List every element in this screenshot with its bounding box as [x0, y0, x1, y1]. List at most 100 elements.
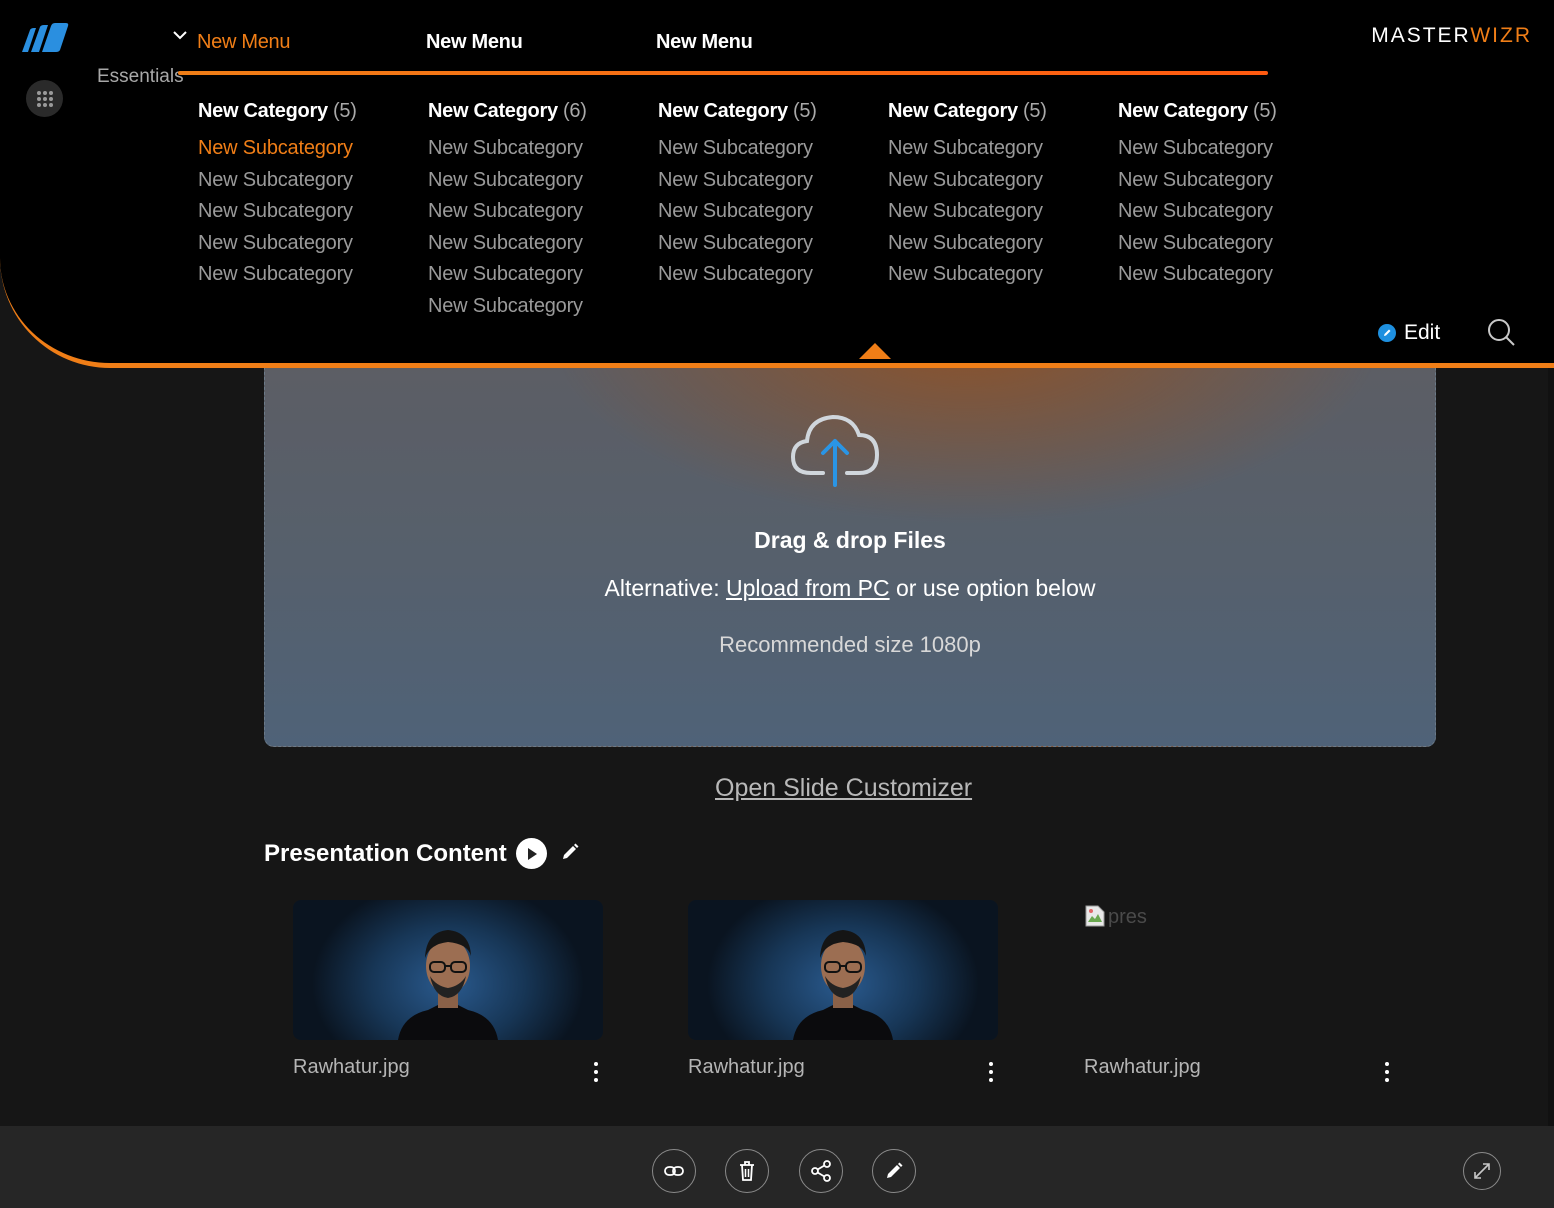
share-icon — [811, 1160, 831, 1182]
category-column-2: New Category (6) New Subcategory New Sub… — [428, 100, 648, 322]
broken-image-icon — [1085, 905, 1105, 927]
edit-icon — [1378, 324, 1396, 342]
category-count: (5) — [1023, 100, 1047, 122]
person-photo — [793, 930, 893, 1040]
pen-icon — [887, 1162, 903, 1178]
pencil-icon[interactable] — [560, 842, 580, 862]
open-slide-customizer-link[interactable]: Open Slide Customizer — [715, 774, 972, 803]
page: Essentials New Menu New Menu New Menu MA… — [0, 0, 1554, 1208]
chevron-down-icon[interactable] — [172, 28, 188, 42]
upload-cloud-icon — [790, 414, 880, 487]
category-count: (5) — [793, 100, 817, 122]
trash-icon — [740, 1161, 754, 1181]
subcategory-item[interactable]: New Subcategory — [428, 196, 648, 228]
category-title[interactable]: New Category (6) — [428, 100, 648, 123]
subcategory-item[interactable]: New Subcategory — [888, 196, 1108, 228]
subcategory-item[interactable]: New Subcategory — [428, 259, 648, 291]
subcategory-item[interactable]: New Subcategory — [198, 165, 418, 197]
category-count: (5) — [1253, 100, 1277, 122]
alternative-prefix: Alternative: — [604, 575, 726, 601]
essentials-label[interactable]: Essentials — [97, 66, 184, 88]
dropzone-alternative: Alternative: Upload from PC or use optio… — [265, 575, 1435, 602]
edit-pen-button[interactable] — [872, 1149, 916, 1193]
brand-wordmark: MASTERWIZR — [1371, 24, 1532, 48]
subcategory-item[interactable]: New Subcategory — [888, 165, 1108, 197]
presentation-item[interactable]: pres Rawhatur.jpg — [1084, 900, 1394, 1082]
subcategory-item[interactable]: New Subcategory — [198, 259, 418, 291]
subcategory-item[interactable]: New Subcategory — [888, 259, 1108, 291]
apps-grid-button[interactable] — [26, 80, 63, 117]
menu-tab-1[interactable]: New Menu — [197, 31, 291, 54]
item-thumbnail[interactable] — [293, 900, 603, 1040]
item-filename: Rawhatur.jpg — [293, 1056, 410, 1078]
presentation-item[interactable]: Rawhatur.jpg — [688, 900, 998, 1082]
category-count: (5) — [333, 100, 357, 122]
subcategory-item[interactable]: New Subcategory — [428, 228, 648, 260]
subcategory-item[interactable]: New Subcategory — [198, 228, 418, 260]
play-icon — [527, 847, 537, 860]
subcategory-item[interactable]: New Subcategory — [1118, 196, 1338, 228]
category-column-4: New Category (5) New Subcategory New Sub… — [888, 100, 1108, 291]
brand-master: MASTER — [1371, 24, 1471, 47]
logo-icon[interactable] — [20, 22, 70, 54]
kebab-icon[interactable] — [984, 1060, 998, 1084]
category-title[interactable]: New Category (5) — [198, 100, 418, 123]
subcategory-item[interactable]: New Subcategory — [658, 196, 878, 228]
apps-grid-icon — [36, 90, 53, 107]
kebab-icon[interactable] — [589, 1060, 603, 1084]
mega-menu: Essentials New Menu New Menu New Menu MA… — [0, 0, 1554, 368]
subcategory-item[interactable]: New Subcategory — [1118, 259, 1338, 291]
search-icon[interactable] — [1486, 317, 1516, 347]
subcategory-item[interactable]: New Subcategory — [658, 133, 878, 165]
category-title[interactable]: New Category (5) — [658, 100, 878, 123]
alternative-suffix: or use option below — [889, 575, 1096, 601]
category-column-5: New Category (5) New Subcategory New Sub… — [1118, 100, 1338, 291]
presentation-content-title: Presentation Content — [264, 840, 507, 867]
brand-wizr: WIZR — [1470, 24, 1532, 47]
subcategory-item[interactable]: New Subcategory — [1118, 133, 1338, 165]
menu-tab-3[interactable]: New Menu — [656, 31, 753, 54]
menu-active-underline — [178, 71, 1268, 75]
subcategory-item[interactable]: New Subcategory — [198, 196, 418, 228]
category-count: (6) — [563, 100, 587, 122]
expand-button[interactable] — [1463, 1152, 1501, 1190]
subcategory-item[interactable]: New Subcategory — [428, 165, 648, 197]
category-column-1: New Category (5) New Subcategory New Sub… — [198, 100, 418, 291]
subcategory-item[interactable]: New Subcategory — [658, 165, 878, 197]
item-filename: Rawhatur.jpg — [688, 1056, 805, 1078]
subcategory-item[interactable]: New Subcategory — [1118, 165, 1338, 197]
edit-button[interactable]: Edit — [1378, 321, 1440, 345]
item-thumbnail-broken[interactable]: pres — [1084, 900, 1394, 1040]
subcategory-item[interactable]: New Subcategory — [428, 291, 648, 323]
subcategory-item[interactable]: New Subcategory — [658, 228, 878, 260]
item-thumbnail[interactable] — [688, 900, 998, 1040]
image-alt-text: pres — [1108, 906, 1147, 928]
subcategory-item[interactable]: New Subcategory — [888, 228, 1108, 260]
link-icon — [664, 1166, 684, 1176]
subcategory-item[interactable]: New Subcategory — [888, 133, 1108, 165]
share-button[interactable] — [799, 1149, 843, 1193]
category-name: New Category — [658, 100, 788, 122]
link-button[interactable] — [652, 1149, 696, 1193]
subcategory-item[interactable]: New Subcategory — [428, 133, 648, 165]
kebab-icon[interactable] — [1380, 1060, 1394, 1084]
bottom-toolbar — [0, 1126, 1554, 1208]
category-title[interactable]: New Category (5) — [888, 100, 1108, 123]
menu-tab-2[interactable]: New Menu — [426, 31, 523, 54]
delete-button[interactable] — [725, 1149, 769, 1193]
menu-caret-indicator — [859, 343, 891, 359]
category-name: New Category — [888, 100, 1018, 122]
upload-from-pc-link[interactable]: Upload from PC — [726, 575, 890, 601]
category-name: New Category — [1118, 100, 1248, 122]
person-photo — [398, 930, 498, 1040]
category-name: New Category — [428, 100, 558, 122]
category-title[interactable]: New Category (5) — [1118, 100, 1338, 123]
presentation-item[interactable]: Rawhatur.jpg — [293, 900, 603, 1082]
subcategory-item[interactable]: New Subcategory — [198, 133, 418, 165]
item-filename: Rawhatur.jpg — [1084, 1056, 1201, 1078]
play-button[interactable] — [516, 838, 547, 869]
subcategory-item[interactable]: New Subcategory — [658, 259, 878, 291]
upload-dropzone[interactable]: Drag & drop Files Alternative: Upload fr… — [264, 330, 1436, 747]
dropzone-title: Drag & drop Files — [754, 527, 946, 553]
subcategory-item[interactable]: New Subcategory — [1118, 228, 1338, 260]
